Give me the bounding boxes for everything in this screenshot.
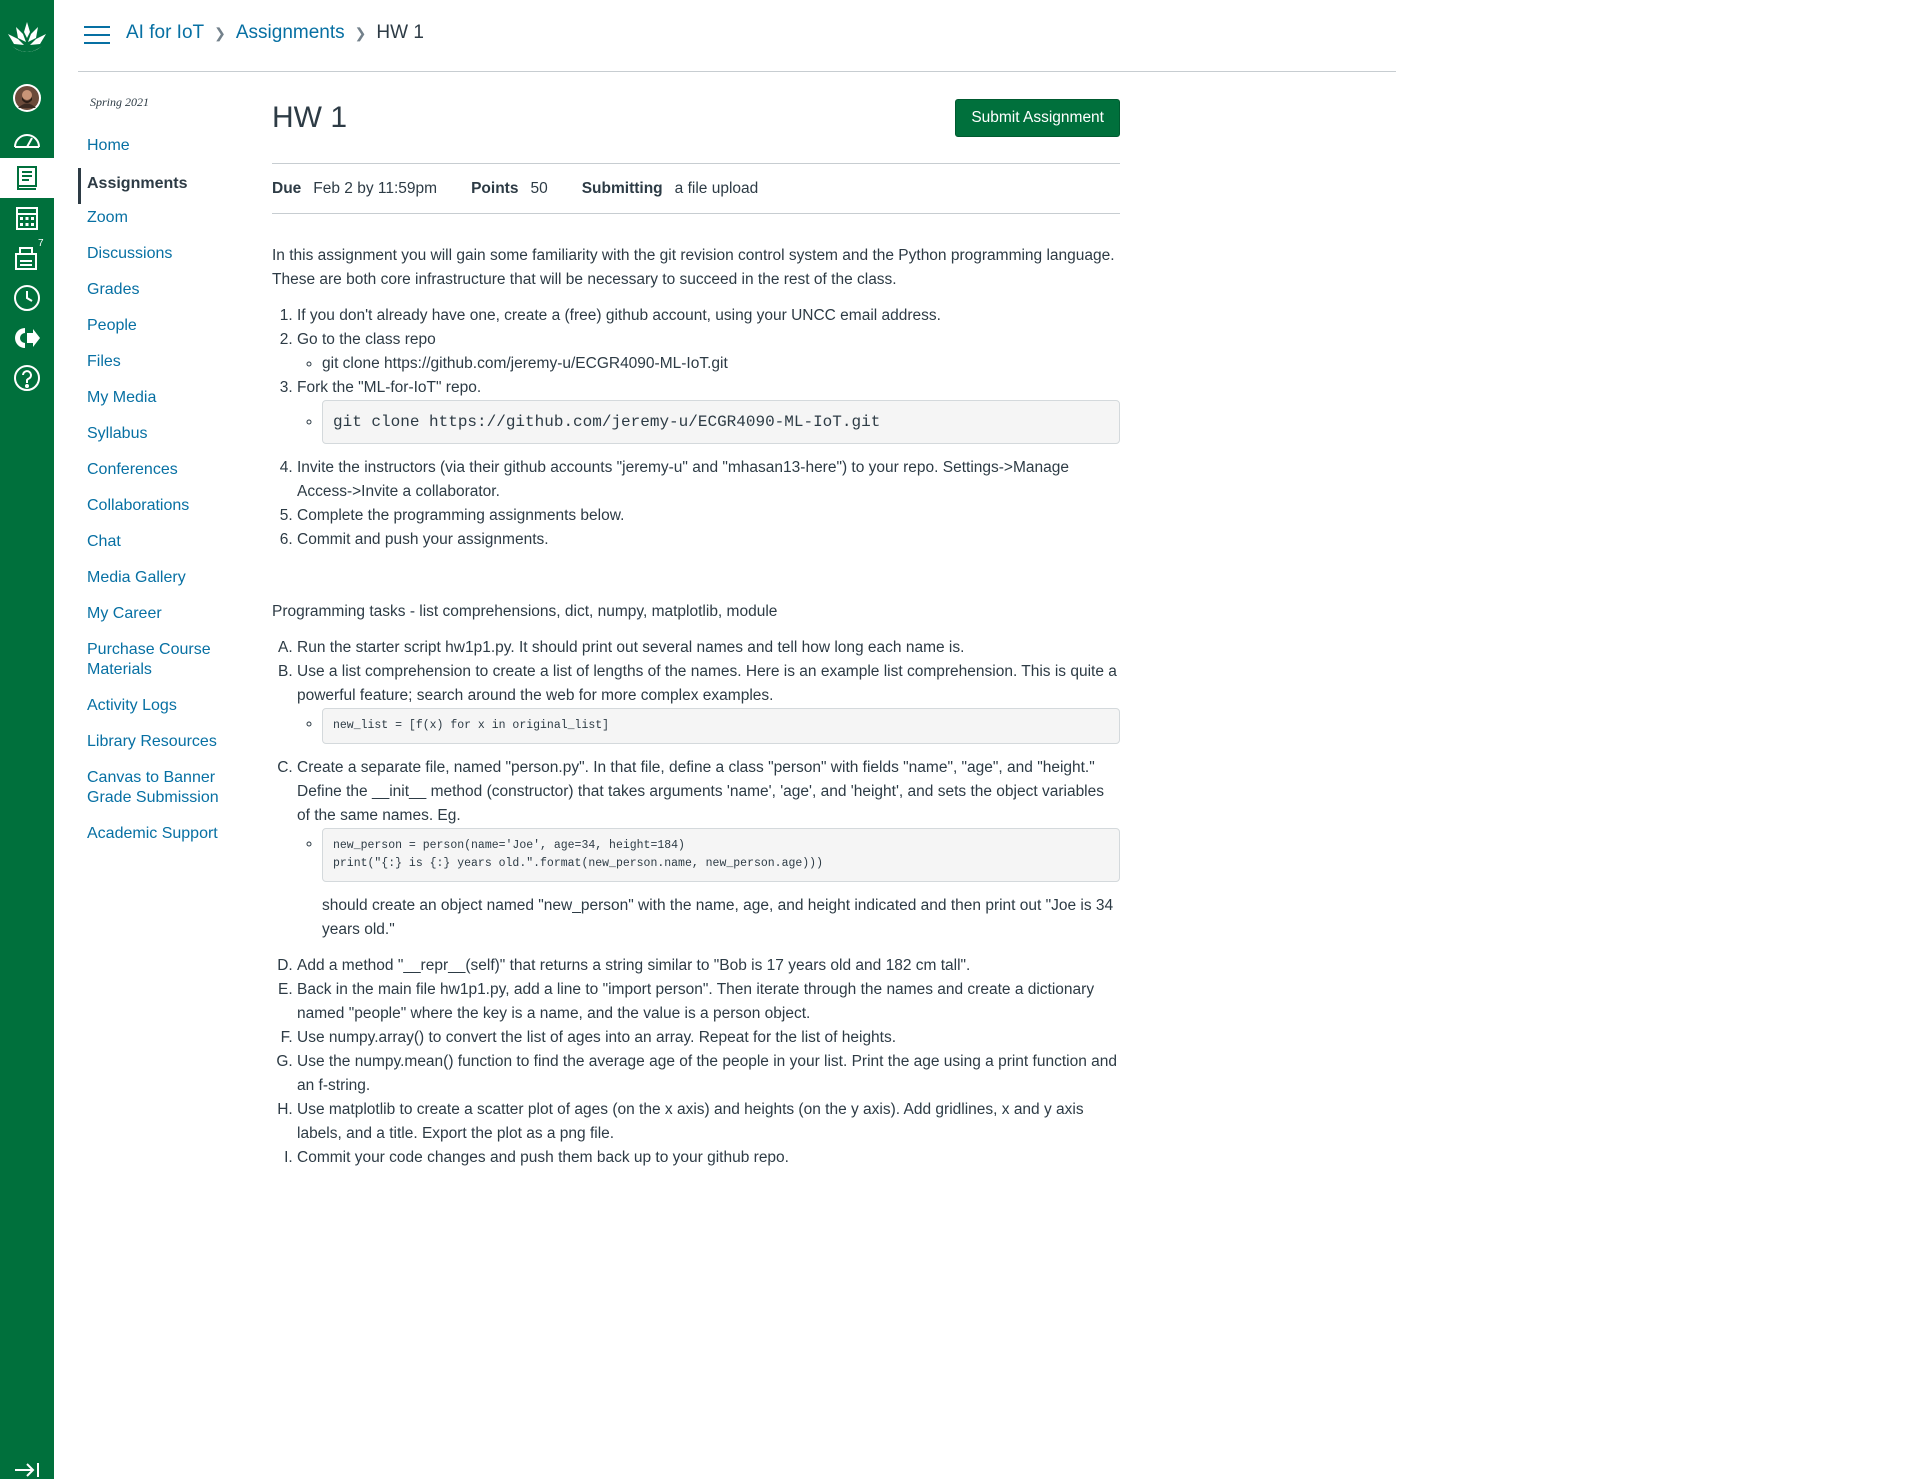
courses-icon[interactable]: [0, 158, 54, 198]
calendar-icon[interactable]: [0, 198, 54, 238]
university-logo-icon[interactable]: [0, 14, 54, 62]
course-nav-conferences[interactable]: Conferences: [78, 456, 248, 492]
list-item: git clone https://github.com/jeremy-u/EC…: [322, 400, 1120, 444]
list-item: new_person = person(name='Joe', age=34, …: [322, 828, 1120, 882]
submitting-label: Submitting: [581, 179, 663, 197]
term-label: Spring 2021: [90, 95, 150, 109]
course-nav-activity-logs[interactable]: Activity Logs: [78, 692, 248, 728]
course-nav-chat[interactable]: Chat: [78, 528, 248, 564]
submitting-group: Submitting a file upload: [582, 177, 759, 201]
breadcrumb-current: HW 1: [376, 22, 424, 43]
task-text: Create a separate file, named "person.py…: [297, 759, 1104, 824]
course-nav: Spring 2021 Home Assignments Zoom Discus…: [78, 95, 248, 856]
collapse-icon[interactable]: [0, 1450, 54, 1479]
points-value: 50: [530, 179, 548, 197]
course-nav-files[interactable]: Files: [78, 348, 248, 384]
list-item: Fork the "ML-for-IoT" repo. git clone ht…: [297, 376, 1120, 444]
avatar[interactable]: [0, 78, 54, 118]
assignment-content: HW 1 Submit Assignment Due Feb 2 by 11:59…: [272, 98, 1120, 1182]
inbox-icon[interactable]: 7: [0, 238, 54, 278]
tasks-heading: Programming tasks - list comprehensions,…: [272, 603, 778, 620]
due-label: Due: [272, 179, 302, 197]
list-item: git clone https://github.com/jeremy-u/EC…: [322, 352, 1120, 376]
sub-list: git clone https://github.com/jeremy-u/EC…: [322, 400, 1120, 444]
due-group: Due Feb 2 by 11:59pm: [272, 177, 437, 201]
points-label: Points: [471, 179, 519, 197]
global-nav: 7: [0, 0, 54, 1479]
course-nav-people[interactable]: People: [78, 312, 248, 348]
hamburger-menu-icon[interactable]: [84, 26, 110, 48]
intro-paragraph: In this assignment you will gain some fa…: [272, 247, 1115, 288]
sub-list: new_person = person(name='Joe', age=34, …: [322, 828, 1120, 882]
list-item: Use numpy.array() to convert the list of…: [297, 1026, 1120, 1050]
course-nav-zoom[interactable]: Zoom: [78, 204, 248, 240]
list-item: Commit and push your assignments.: [297, 528, 1120, 552]
course-nav-canvas-to-banner[interactable]: Canvas to Banner Grade Submission: [78, 764, 248, 820]
list-item: Use a list comprehension to create a lis…: [297, 660, 1120, 744]
clock-icon[interactable]: [0, 278, 54, 318]
chevron-right-icon: ❯: [214, 24, 226, 41]
sub-list: new_list = [f(x) for x in original_list]: [322, 708, 1120, 744]
list-item: Invite the instructors (via their github…: [297, 456, 1120, 504]
task-c-explanation: should create an object named "new_perso…: [322, 897, 1114, 938]
assignment-description: In this assignment you will gain some fa…: [272, 214, 1120, 1170]
list-item: Use the numpy.mean() function to find th…: [297, 1050, 1120, 1098]
chevron-right-icon: ❯: [354, 24, 367, 41]
code-block: new_list = [f(x) for x in original_list]: [322, 708, 1120, 744]
list-item: Commit your code changes and push them b…: [297, 1146, 1120, 1170]
help-icon[interactable]: [0, 358, 54, 398]
commons-icon[interactable]: [0, 318, 54, 358]
list-item: new_list = [f(x) for x in original_list]: [322, 708, 1120, 744]
course-nav-collaborations[interactable]: Collaborations: [78, 492, 248, 528]
sub-list: git clone https://github.com/jeremy-u/EC…: [322, 352, 1120, 376]
list-item: Create a separate file, named "person.py…: [297, 756, 1120, 942]
page-header: AI for IoT ❯ Assignments ❯ HW 1: [78, 0, 1396, 72]
setup-steps: If you don't already have one, create a …: [297, 304, 1120, 552]
code-block: new_person = person(name='Joe', age=34, …: [322, 828, 1120, 882]
breadcrumb-assignments-link[interactable]: Assignments: [236, 22, 345, 44]
list-item: Go to the class repo git clone https://g…: [297, 328, 1120, 376]
submit-assignment-button[interactable]: Submit Assignment: [955, 99, 1120, 137]
course-nav-my-career[interactable]: My Career: [78, 600, 248, 636]
course-nav-syllabus[interactable]: Syllabus: [78, 420, 248, 456]
course-nav-library-resources[interactable]: Library Resources: [78, 728, 248, 764]
submitting-value: a file upload: [674, 179, 759, 197]
course-nav-my-media[interactable]: My Media: [78, 384, 248, 420]
programming-tasks: Run the starter script hw1p1.py. It shou…: [297, 636, 1120, 1170]
list-item: Add a method "__repr__(self)" that retur…: [297, 954, 1120, 978]
list-item: Complete the programming assignments bel…: [297, 504, 1120, 528]
due-value: Feb 2 by 11:59pm: [313, 179, 438, 197]
list-item: Run the starter script hw1p1.py. It shou…: [297, 636, 1120, 660]
course-nav-purchase-course-materials[interactable]: Purchase Course Materials: [78, 636, 248, 692]
course-nav-assignments[interactable]: Assignments: [78, 168, 248, 204]
inbox-badge: 7: [38, 238, 44, 249]
course-nav-grades[interactable]: Grades: [78, 276, 248, 312]
course-nav-academic-support[interactable]: Academic Support: [78, 820, 248, 856]
course-nav-home[interactable]: Home: [78, 132, 248, 168]
breadcrumb: AI for IoT ❯ Assignments ❯ HW 1: [126, 22, 424, 44]
points-group: Points 50: [471, 177, 548, 201]
step-text: Go to the class repo: [297, 331, 436, 348]
code-block: git clone https://github.com/jeremy-u/EC…: [322, 400, 1120, 444]
step-text: Fork the "ML-for-IoT" repo.: [297, 379, 482, 396]
list-item: Use matplotlib to create a scatter plot …: [297, 1098, 1120, 1146]
course-nav-discussions[interactable]: Discussions: [78, 240, 248, 276]
page-title: HW 1: [272, 101, 347, 134]
course-nav-media-gallery[interactable]: Media Gallery: [78, 564, 248, 600]
title-row: HW 1 Submit Assignment: [272, 98, 1120, 164]
list-item: If you don't already have one, create a …: [297, 304, 1120, 328]
task-text: Use a list comprehension to create a lis…: [297, 663, 1117, 704]
assignment-details: Due Feb 2 by 11:59pm Points 50 Submitting a…: [272, 164, 1120, 214]
list-item: Back in the main file hw1p1.py, add a li…: [297, 978, 1120, 1026]
dashboard-icon[interactable]: [0, 120, 54, 160]
breadcrumb-course-link[interactable]: AI for IoT: [126, 22, 204, 44]
